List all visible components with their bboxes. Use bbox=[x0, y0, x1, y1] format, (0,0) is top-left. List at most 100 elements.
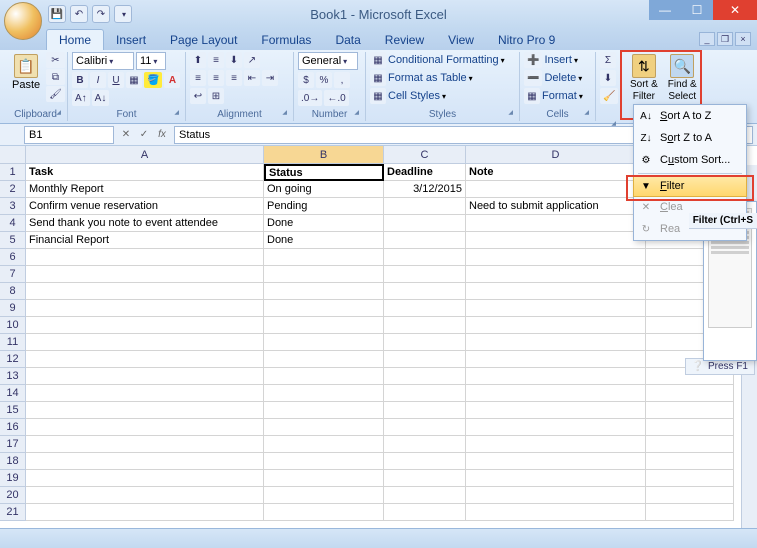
cell[interactable] bbox=[466, 300, 646, 317]
format-label[interactable]: Format bbox=[542, 90, 577, 102]
cell[interactable] bbox=[384, 215, 466, 232]
row-header[interactable]: 20 bbox=[0, 487, 26, 504]
cell[interactable] bbox=[26, 453, 264, 470]
cell[interactable] bbox=[264, 283, 384, 300]
minimize-button[interactable]: — bbox=[649, 0, 681, 20]
cell[interactable] bbox=[466, 470, 646, 487]
row-header[interactable]: 1 bbox=[0, 164, 26, 181]
tab-page-layout[interactable]: Page Layout bbox=[158, 30, 249, 50]
row-header[interactable]: 18 bbox=[0, 453, 26, 470]
cell[interactable] bbox=[466, 402, 646, 419]
cell[interactable] bbox=[384, 368, 466, 385]
cell[interactable] bbox=[466, 249, 646, 266]
row-header[interactable]: 14 bbox=[0, 385, 26, 402]
grow-font-button[interactable]: A↑ bbox=[72, 90, 90, 106]
delete-cells-icon[interactable]: ➖ bbox=[524, 70, 542, 86]
cell[interactable] bbox=[646, 453, 734, 470]
cell[interactable] bbox=[26, 436, 264, 453]
cell-b1[interactable]: Status bbox=[264, 164, 384, 181]
cell[interactable] bbox=[264, 436, 384, 453]
cell[interactable] bbox=[264, 419, 384, 436]
row-header[interactable]: 15 bbox=[0, 402, 26, 419]
cell[interactable] bbox=[26, 385, 264, 402]
font-color-button[interactable]: A bbox=[164, 72, 180, 88]
fx-icon[interactable]: fx bbox=[154, 127, 170, 143]
cell[interactable] bbox=[264, 402, 384, 419]
cell[interactable] bbox=[466, 215, 646, 232]
indent-dec[interactable]: ⇤ bbox=[244, 70, 260, 86]
row-header[interactable]: 2 bbox=[0, 181, 26, 198]
font-size-combo[interactable]: 11 bbox=[136, 52, 166, 70]
menu-filter[interactable]: ▼Filter bbox=[633, 175, 747, 197]
cell[interactable] bbox=[384, 453, 466, 470]
cell[interactable] bbox=[466, 368, 646, 385]
cell[interactable] bbox=[26, 249, 264, 266]
row-header[interactable]: 10 bbox=[0, 317, 26, 334]
cell[interactable] bbox=[264, 300, 384, 317]
cond-format-icon[interactable]: ▦ bbox=[370, 52, 386, 68]
cell[interactable] bbox=[466, 232, 646, 249]
cell[interactable] bbox=[466, 453, 646, 470]
cell[interactable] bbox=[26, 402, 264, 419]
cell[interactable] bbox=[384, 334, 466, 351]
enter-formula-icon[interactable]: ✓ bbox=[136, 127, 152, 143]
cell[interactable] bbox=[26, 487, 264, 504]
cell-c1[interactable]: Deadline bbox=[384, 164, 466, 181]
fill-icon[interactable]: ⬇ bbox=[600, 70, 616, 86]
number-format-combo[interactable]: General bbox=[298, 52, 358, 70]
col-header-a[interactable]: A bbox=[26, 146, 264, 164]
cell[interactable] bbox=[466, 181, 646, 198]
cancel-formula-icon[interactable]: ✕ bbox=[118, 127, 134, 143]
redo-icon[interactable]: ↷ bbox=[92, 5, 110, 23]
tab-formulas[interactable]: Formulas bbox=[249, 30, 323, 50]
cell[interactable] bbox=[646, 436, 734, 453]
cond-format-label[interactable]: Conditional Formatting bbox=[388, 54, 499, 66]
row-header[interactable]: 5 bbox=[0, 232, 26, 249]
copy-icon[interactable]: ⧉ bbox=[46, 69, 65, 85]
orientation[interactable]: ↗ bbox=[244, 52, 260, 68]
cell[interactable] bbox=[26, 283, 264, 300]
paste-button[interactable]: 📋 Paste bbox=[8, 52, 44, 93]
fill-color-button[interactable]: 🪣 bbox=[144, 72, 162, 88]
indent-inc[interactable]: ⇥ bbox=[262, 70, 278, 86]
save-icon[interactable]: 💾 bbox=[48, 5, 66, 23]
tab-nitro[interactable]: Nitro Pro 9 bbox=[486, 30, 567, 50]
insert-cells-icon[interactable]: ➕ bbox=[524, 52, 542, 68]
row-header[interactable]: 4 bbox=[0, 215, 26, 232]
merge-center[interactable]: ⊞ bbox=[208, 88, 224, 104]
cell[interactable] bbox=[466, 266, 646, 283]
row-header[interactable]: 8 bbox=[0, 283, 26, 300]
shrink-font-button[interactable]: A↓ bbox=[92, 90, 110, 106]
cell[interactable] bbox=[466, 436, 646, 453]
close-button[interactable]: ✕ bbox=[713, 0, 757, 20]
row-header[interactable]: 7 bbox=[0, 266, 26, 283]
format-table-icon[interactable]: ▦ bbox=[370, 70, 386, 86]
col-header-d[interactable]: D bbox=[466, 146, 646, 164]
row-header[interactable]: 19 bbox=[0, 470, 26, 487]
col-header-c[interactable]: C bbox=[384, 146, 466, 164]
cell[interactable] bbox=[264, 334, 384, 351]
cell[interactable] bbox=[26, 470, 264, 487]
delete-label[interactable]: Delete bbox=[544, 72, 576, 84]
find-select-button[interactable]: 🔍 Find & Select bbox=[664, 52, 701, 104]
cell[interactable] bbox=[384, 470, 466, 487]
cell[interactable] bbox=[384, 504, 466, 521]
cell[interactable] bbox=[384, 436, 466, 453]
cell[interactable] bbox=[646, 470, 734, 487]
row-header[interactable]: 16 bbox=[0, 419, 26, 436]
cell[interactable] bbox=[466, 317, 646, 334]
align-left[interactable]: ≡ bbox=[190, 70, 206, 86]
menu-custom-sort[interactable]: ⚙Custom Sort... bbox=[634, 149, 746, 171]
row-header[interactable]: 17 bbox=[0, 436, 26, 453]
cell[interactable] bbox=[384, 249, 466, 266]
tab-data[interactable]: Data bbox=[323, 30, 372, 50]
cell[interactable]: Pending bbox=[264, 198, 384, 215]
border-button[interactable]: ▦ bbox=[126, 72, 142, 88]
currency-button[interactable]: $ bbox=[298, 72, 314, 88]
percent-button[interactable]: % bbox=[316, 72, 332, 88]
cell[interactable] bbox=[384, 419, 466, 436]
cell-styles-label[interactable]: Cell Styles bbox=[388, 90, 440, 102]
insert-label[interactable]: Insert bbox=[544, 54, 572, 66]
cell[interactable] bbox=[466, 419, 646, 436]
cell[interactable] bbox=[384, 198, 466, 215]
